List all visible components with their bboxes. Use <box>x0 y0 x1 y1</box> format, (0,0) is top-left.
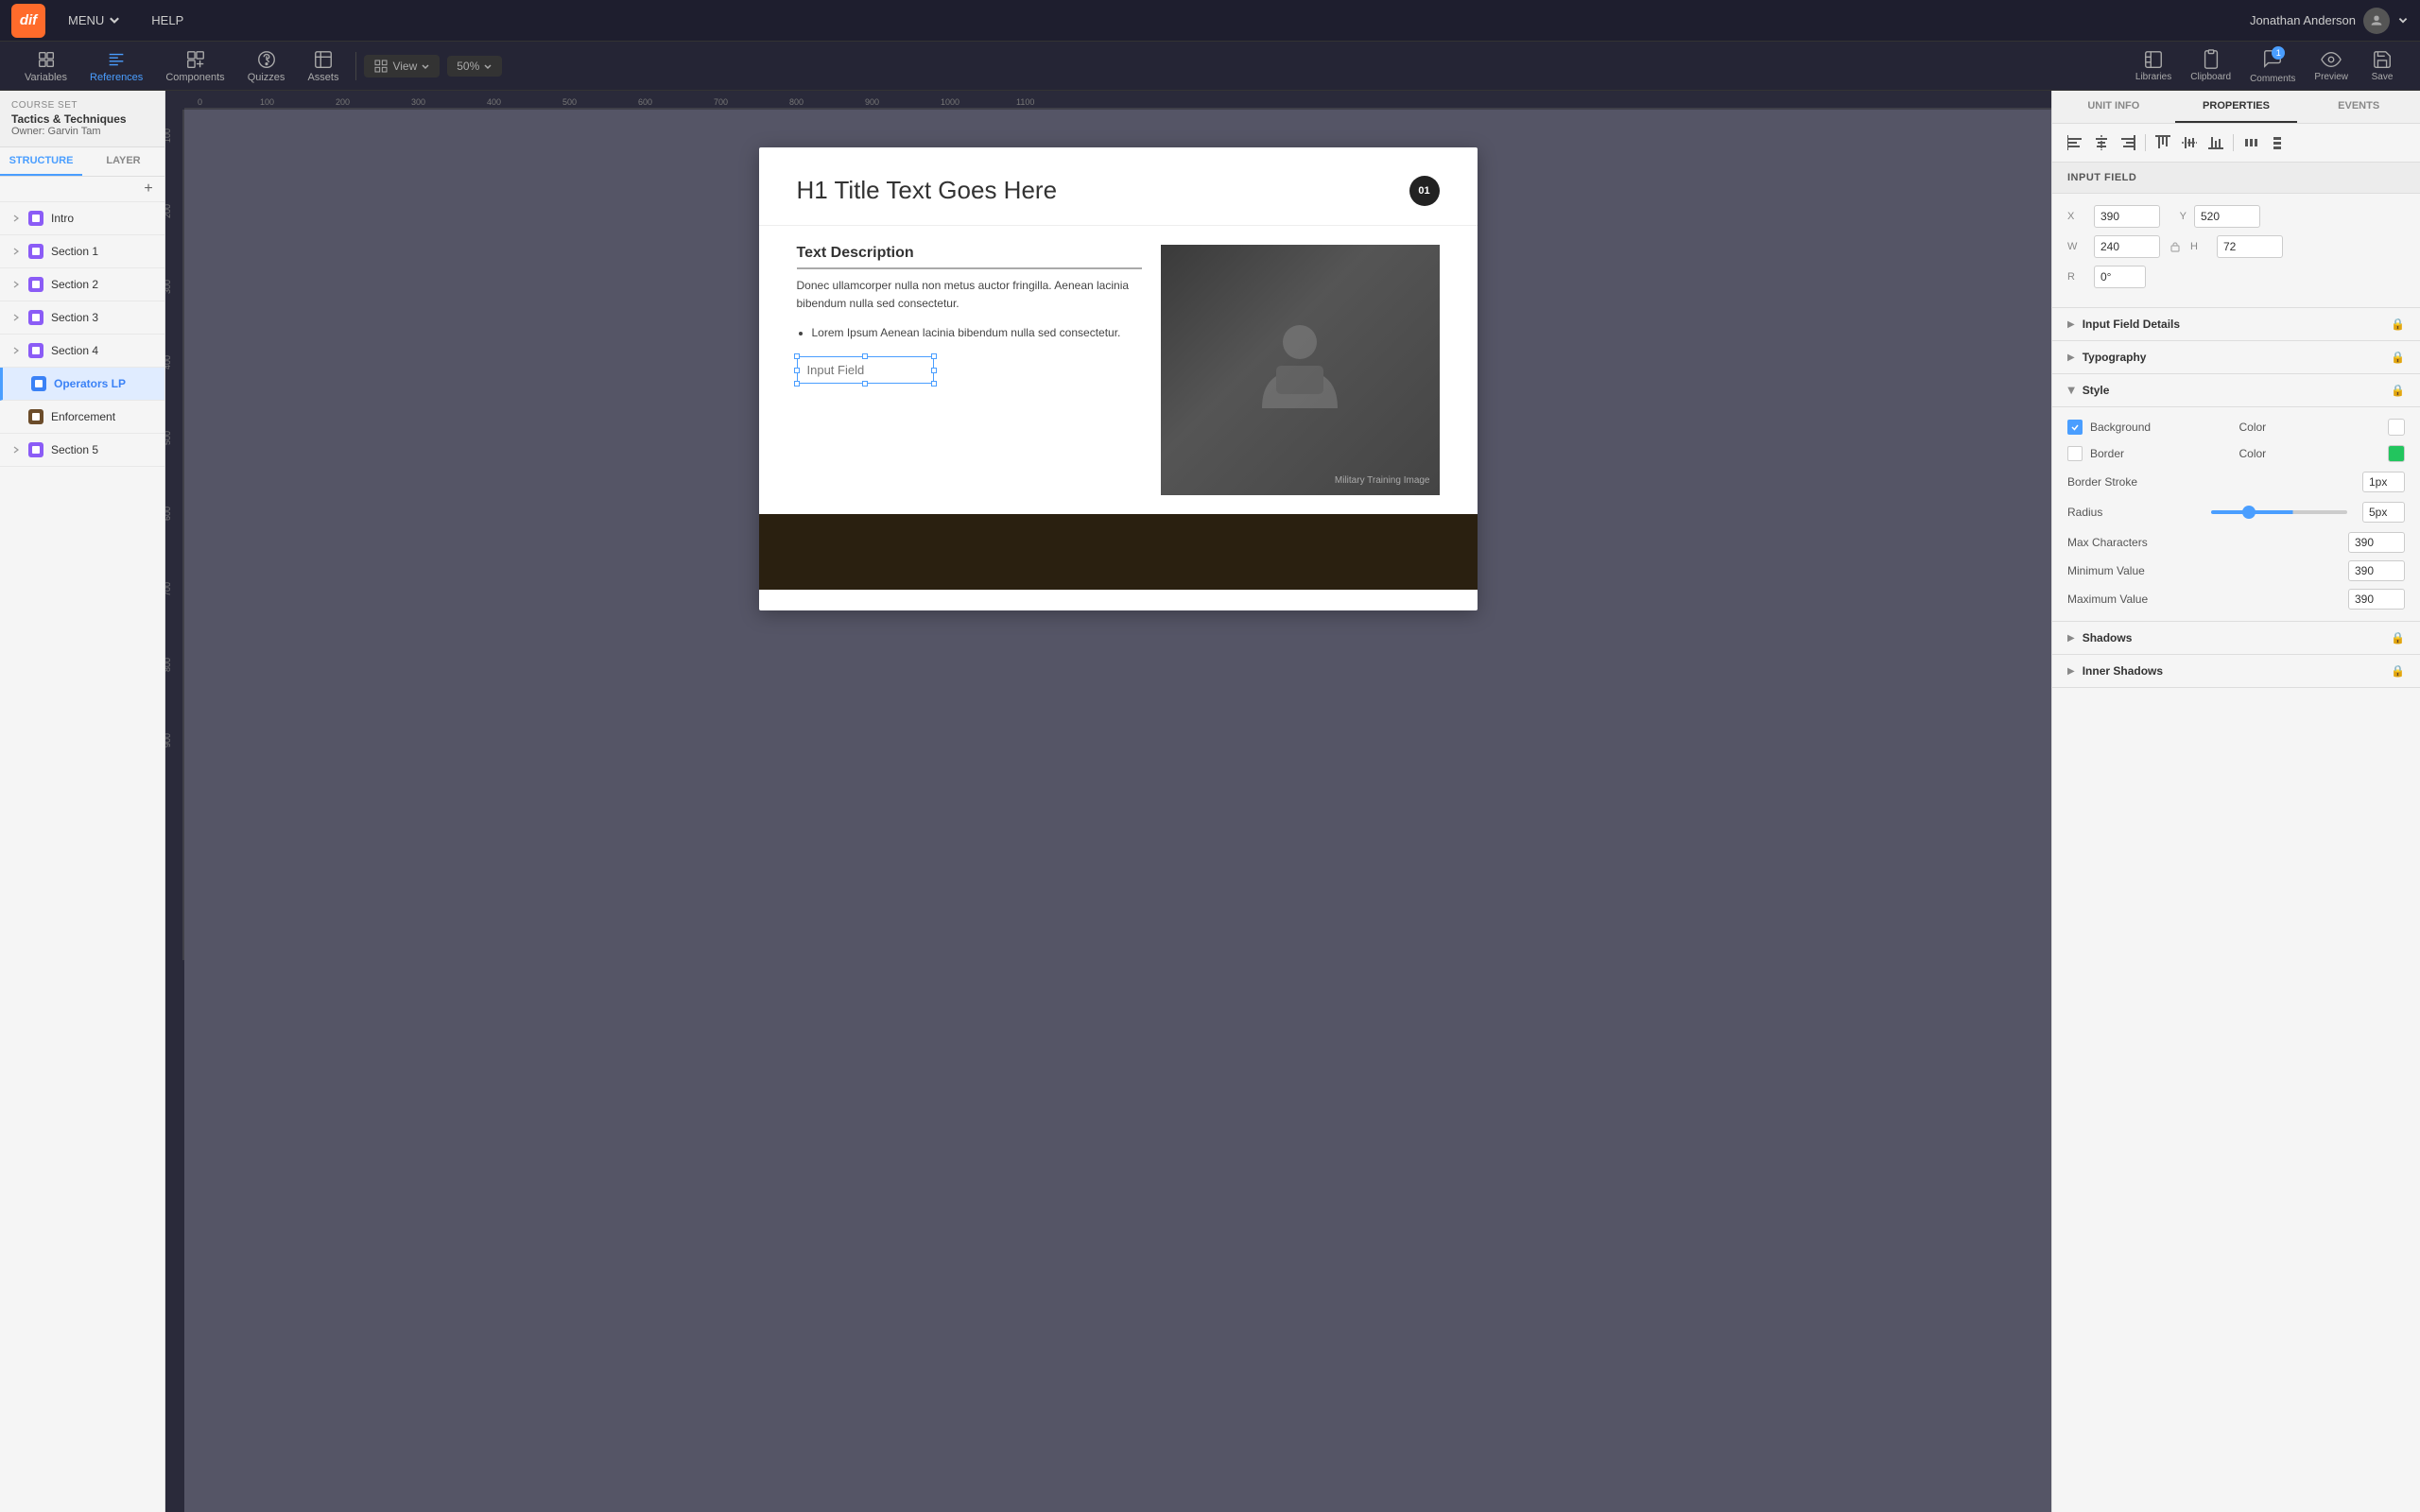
align-bottom-button[interactable] <box>2204 131 2227 154</box>
align-top-button[interactable] <box>2152 131 2174 154</box>
top-bar: dif MENU HELP Jonathan Anderson <box>0 0 2420 42</box>
sidebar-item-section4[interactable]: Section 4 <box>0 335 164 368</box>
typography-header[interactable]: ▶ Typography 🔒 <box>2052 341 2420 374</box>
tab-events[interactable]: EVENTS <box>2297 91 2420 123</box>
align-tools <box>2052 124 2420 163</box>
zoom-button[interactable]: 50% <box>447 56 502 77</box>
main-toolbar: Variables References Components Quizzes … <box>0 42 2420 91</box>
canvas-row: 100 200 300 400 500 600 700 800 900 H1 T… <box>165 110 2051 1512</box>
input-field-details-lock-icon: 🔒 <box>2391 318 2405 331</box>
tab-unit-info[interactable]: UNIT INFO <box>2052 91 2175 123</box>
slide-dark-section <box>759 514 1478 590</box>
style-content: Background Color Border Color Border Str… <box>2052 407 2420 622</box>
align-left-button[interactable] <box>2064 131 2086 154</box>
position-props: X Y W H R <box>2052 194 2420 308</box>
right-sidebar-tabs: UNIT INFO PROPERTIES EVENTS <box>2052 91 2420 124</box>
x-input[interactable] <box>2094 205 2160 228</box>
h-input[interactable] <box>2217 235 2283 258</box>
sidebar-item-enforcement[interactable]: Enforcement <box>0 401 164 434</box>
slide-header: H1 Title Text Goes Here 01 <box>759 147 1478 226</box>
add-item-button[interactable]: + <box>140 180 157 198</box>
w-input[interactable] <box>2094 235 2160 258</box>
course-info: COURSE SET Tactics & Techniques Owner: G… <box>0 91 164 147</box>
radius-value-input[interactable] <box>2362 502 2405 523</box>
lock-icon[interactable] <box>2168 239 2183 254</box>
distribute-h-button[interactable] <box>2239 131 2262 154</box>
user-area: Jonathan Anderson <box>2250 8 2409 34</box>
app-logo: dif <box>11 4 45 38</box>
shadows-lock-icon: 🔒 <box>2391 631 2405 644</box>
sidebar-item-section5[interactable]: Section 5 <box>0 434 164 467</box>
save-button[interactable]: Save <box>2360 45 2405 86</box>
clipboard-button[interactable]: Clipboard <box>2183 45 2238 86</box>
tab-structure[interactable]: STRUCTURE <box>0 147 82 176</box>
inner-shadows-header[interactable]: ▶ Inner Shadows 🔒 <box>2052 655 2420 688</box>
left-sidebar: COURSE SET Tactics & Techniques Owner: G… <box>0 91 165 1512</box>
slide-image: Military Training Image <box>1161 245 1440 495</box>
right-sidebar: UNIT INFO PROPERTIES EVENTS <box>2051 91 2420 1512</box>
input-field-section-header: INPUT FIELD <box>2052 163 2420 194</box>
border-color-box[interactable] <box>2388 445 2405 462</box>
style-header[interactable]: ▶ Style 🔒 <box>2052 374 2420 407</box>
shadows-header[interactable]: ▶ Shadows 🔒 <box>2052 622 2420 655</box>
border-stroke-input[interactable] <box>2362 472 2405 492</box>
canvas-input-field[interactable] <box>797 356 934 384</box>
input-field-details-header[interactable]: ▶ Input Field Details 🔒 <box>2052 308 2420 341</box>
distribute-v-button[interactable] <box>2266 131 2289 154</box>
sidebar-items-list: + Intro Section 1 <box>0 177 164 1512</box>
sidebar-item-operators-lp[interactable]: Operators LP <box>0 368 164 401</box>
vertical-ruler: 100 200 300 400 500 600 700 800 900 <box>165 110 184 1512</box>
align-center-v-button[interactable] <box>2178 131 2201 154</box>
align-right-button[interactable] <box>2117 131 2139 154</box>
quizzes-tool[interactable]: Quizzes <box>238 45 295 87</box>
slide: H1 Title Text Goes Here 01 Text Descript… <box>759 147 1478 610</box>
assets-tool[interactable]: Assets <box>298 45 348 87</box>
menu-button[interactable]: MENU <box>60 9 129 31</box>
libraries-button[interactable]: Libraries <box>2128 45 2179 86</box>
main-area: COURSE SET Tactics & Techniques Owner: G… <box>0 91 2420 1512</box>
sidebar-item-section3[interactable]: Section 3 <box>0 301 164 335</box>
user-avatar[interactable] <box>2363 8 2390 34</box>
typography-lock-icon: 🔒 <box>2391 351 2405 364</box>
preview-button[interactable]: Preview <box>2307 45 2356 86</box>
horizontal-ruler: 0 100 200 300 400 500 600 700 800 900 10… <box>165 91 2051 110</box>
tab-properties[interactable]: PROPERTIES <box>2175 91 2298 123</box>
background-checkbox[interactable] <box>2067 420 2083 435</box>
sidebar-item-section2[interactable]: Section 2 <box>0 268 164 301</box>
min-value-input[interactable] <box>2348 560 2405 581</box>
r-input[interactable] <box>2094 266 2146 288</box>
canvas-container: 0 100 200 300 400 500 600 700 800 900 10… <box>165 91 2051 1512</box>
comments-badge: 1 <box>2272 46 2285 60</box>
tab-layer[interactable]: LAYER <box>82 147 164 176</box>
background-color-box[interactable] <box>2388 419 2405 436</box>
slide-text-area: Text Description Donec ullamcorper nulla… <box>797 245 1142 495</box>
references-tool[interactable]: References <box>80 45 152 87</box>
border-checkbox[interactable] <box>2067 446 2083 461</box>
view-button[interactable]: View <box>364 55 440 77</box>
help-button[interactable]: HELP <box>144 9 191 31</box>
comments-button[interactable]: 1 Comments <box>2242 44 2303 88</box>
y-input[interactable] <box>2194 205 2260 228</box>
components-tool[interactable]: Components <box>156 45 233 87</box>
canvas-viewport[interactable]: H1 Title Text Goes Here 01 Text Descript… <box>184 110 2051 1512</box>
sidebar-tabs: STRUCTURE LAYER <box>0 147 164 177</box>
max-value-input[interactable] <box>2348 589 2405 610</box>
max-chars-input[interactable] <box>2348 532 2405 553</box>
inner-shadows-lock-icon: 🔒 <box>2391 664 2405 678</box>
sidebar-item-intro[interactable]: Intro <box>0 202 164 235</box>
variables-tool[interactable]: Variables <box>15 45 77 87</box>
input-field-wrapper <box>797 356 934 384</box>
align-center-h-button[interactable] <box>2090 131 2113 154</box>
radius-slider[interactable] <box>2211 510 2347 514</box>
sidebar-item-section1[interactable]: Section 1 <box>0 235 164 268</box>
slide-content: Text Description Donec ullamcorper nulla… <box>759 226 1478 514</box>
style-lock-icon: 🔒 <box>2391 384 2405 397</box>
